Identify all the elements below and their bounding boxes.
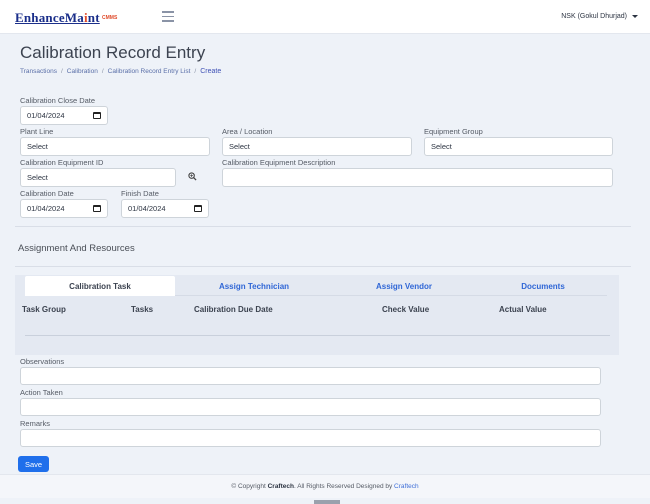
close-date-input[interactable]: 01/04/2024 (20, 106, 108, 125)
observations-label: Observations (20, 357, 65, 366)
user-menu[interactable]: NSK (Gokul Dhurjad) (561, 13, 638, 20)
page-title: Calibration Record Entry (20, 43, 206, 62)
observations-input[interactable] (20, 367, 601, 385)
area-label: Area / Location (222, 127, 273, 136)
remarks-label: Remarks (20, 419, 51, 428)
calibration-date-label: Calibration Date (20, 189, 74, 198)
table-divider (25, 335, 610, 336)
breadcrumb: Transactions / Calibration / Calibration Rec… (20, 68, 222, 75)
column-header-task-group: Task Group (22, 305, 66, 314)
assignment-tabs-panel: Calibration Task Assign Technician Assig… (15, 275, 619, 355)
app-logo[interactable]: EnhanceMaint (15, 10, 100, 26)
section-divider (15, 266, 631, 267)
footer-company: Craftech (267, 483, 294, 490)
zoom-icon[interactable] (188, 172, 197, 181)
tab-calibration-task[interactable]: Calibration Task (25, 276, 175, 296)
plant-line-label: Plant Line (20, 127, 54, 136)
breadcrumb-calibration[interactable]: Calibration (67, 68, 98, 75)
calibration-date-input[interactable]: 01/04/2024 (20, 199, 108, 218)
equipment-group-label: Equipment Group (424, 127, 483, 136)
column-header-tasks: Tasks (131, 305, 154, 314)
plant-line-select[interactable]: Select (20, 137, 210, 156)
footer-designer-link[interactable]: Craftech (394, 483, 419, 490)
cal-equipment-id-select[interactable]: Select (20, 168, 176, 187)
calendar-icon[interactable] (194, 205, 202, 212)
cal-equipment-id-label: Calibration Equipment ID (20, 158, 104, 167)
equipment-group-select[interactable]: Select (424, 137, 613, 156)
tab-assign-vendor[interactable]: Assign Vendor (329, 276, 479, 296)
user-name: NSK (Gokul Dhurjad) (561, 13, 627, 20)
breadcrumb-record-list[interactable]: Calibration Record Entry List (108, 68, 191, 75)
action-taken-input[interactable] (20, 398, 601, 416)
footer-middle: . All Rights Reserved Designed by (293, 483, 395, 490)
remarks-input[interactable] (20, 429, 601, 447)
breadcrumb-transactions[interactable]: Transactions (20, 68, 57, 75)
breadcrumb-create: Create (200, 68, 222, 75)
tab-documents[interactable]: Documents (469, 276, 617, 296)
top-navbar: EnhanceMaint CMMS NSK (Gokul Dhurjad) (0, 0, 650, 34)
column-header-check-value: Check Value (382, 305, 430, 314)
column-header-actual-value: Actual Value (499, 305, 547, 314)
footer-prefix: © Copyright (231, 483, 268, 490)
calendar-icon[interactable] (93, 205, 101, 212)
caret-down-icon (632, 14, 638, 18)
finish-date-input[interactable]: 01/04/2024 (121, 199, 209, 218)
save-button[interactable]: Save (18, 456, 49, 472)
assignment-section-title: Assignment And Resources (18, 243, 135, 254)
horizontal-scrollbar-thumb[interactable] (314, 500, 340, 504)
finish-date-label: Finish Date (121, 189, 159, 198)
cal-equipment-desc-input[interactable] (222, 168, 613, 187)
logo-subtitle: CMMS (102, 15, 118, 21)
tab-assign-technician[interactable]: Assign Technician (179, 276, 329, 296)
cal-equipment-desc-label: Calibration Equipment Description (222, 158, 336, 167)
action-taken-label: Action Taken (20, 388, 63, 397)
hamburger-icon[interactable] (162, 11, 174, 22)
column-header-due-date: Calibration Due Date (194, 305, 273, 314)
footer: © Copyright Craftech. All Rights Reserve… (0, 474, 650, 498)
area-select[interactable]: Select (222, 137, 412, 156)
tab-underline (175, 295, 607, 296)
close-date-label: Calibration Close Date (20, 96, 96, 105)
calendar-icon[interactable] (93, 112, 101, 119)
section-divider (15, 226, 631, 227)
